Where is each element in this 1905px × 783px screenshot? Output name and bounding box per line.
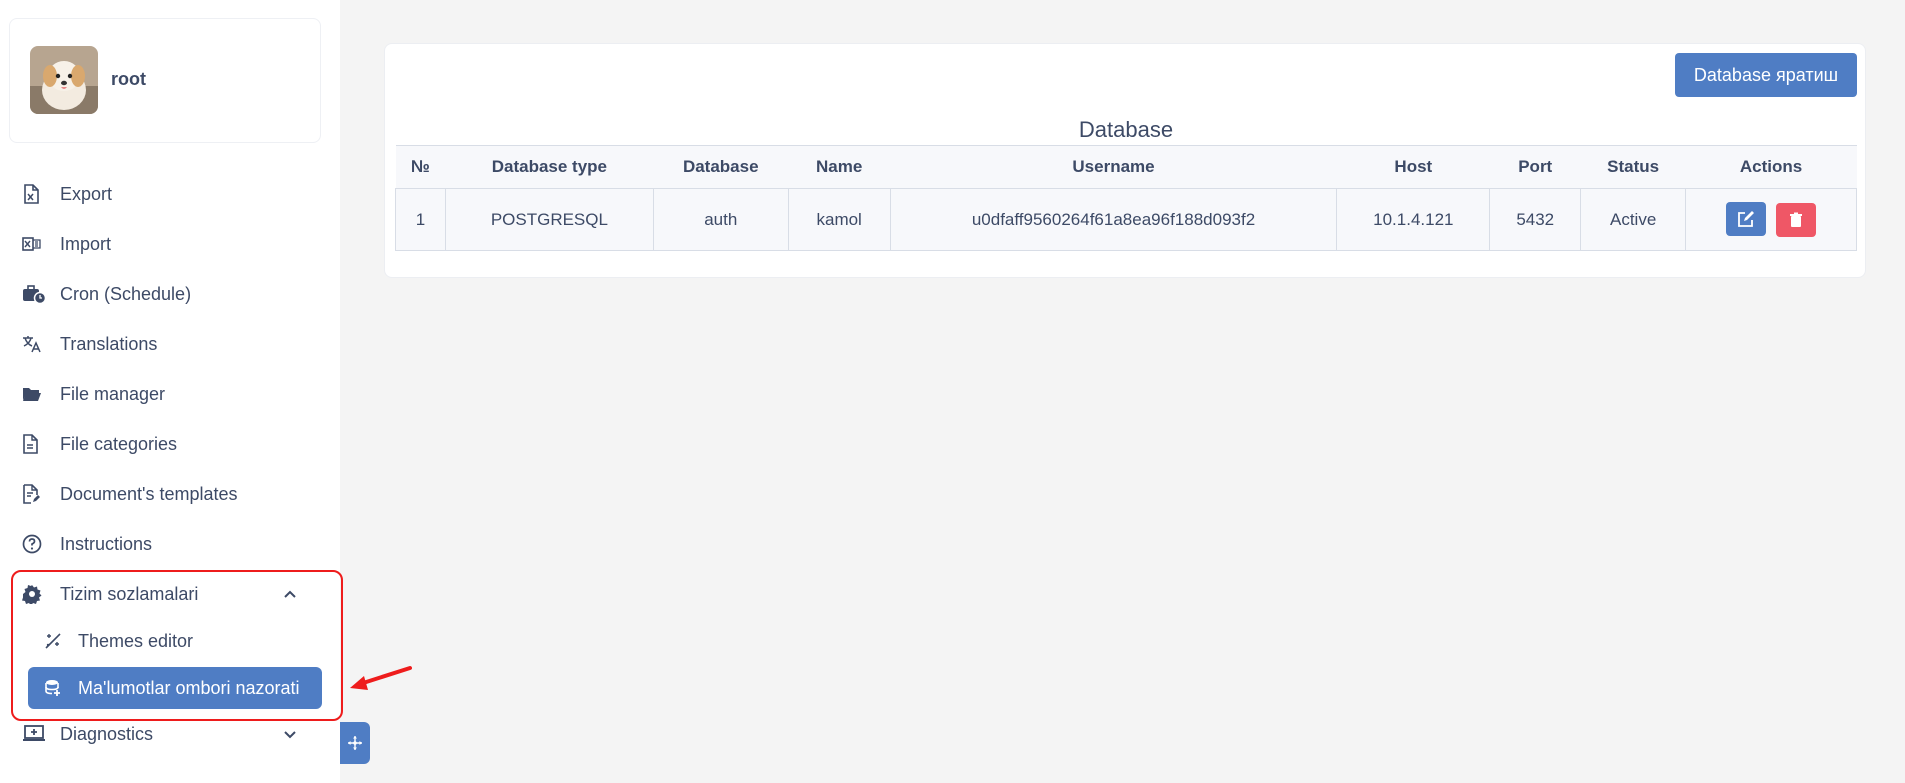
sidebar-item-file-manager[interactable]: File manager xyxy=(22,376,322,412)
sidebar-item-label: File categories xyxy=(60,433,178,454)
question-circle-icon xyxy=(22,533,48,555)
cell-database-type: POSTGRESQL xyxy=(444,188,654,251)
sidebar-item-file-categories[interactable]: File categories xyxy=(22,426,322,462)
sidebar-item-label: Instructions xyxy=(60,533,153,554)
column-header: Database xyxy=(653,145,789,189)
table-row: 1 POSTGRESQL auth kamol u0dfaff9560264f6… xyxy=(395,188,1857,251)
edit-icon xyxy=(1737,211,1754,227)
sidebar-item-label: File manager xyxy=(60,383,166,404)
sidebar-item-instructions[interactable]: Instructions xyxy=(22,526,322,562)
briefcase-clock-icon xyxy=(22,283,48,305)
sidebar-item-label: Cron (Schedule) xyxy=(60,283,192,304)
laptop-plus-icon xyxy=(22,723,48,745)
cell-actions xyxy=(1685,188,1857,251)
edit-button[interactable] xyxy=(1725,202,1766,236)
cell-port: 5432 xyxy=(1489,188,1582,251)
annotation-arrow-icon xyxy=(350,666,412,690)
table-header-row: № Database type Database Name Username H… xyxy=(395,145,1857,189)
database-card: Database яратиш Database № Database type… xyxy=(384,43,1866,278)
excel-export-icon xyxy=(22,183,48,205)
excel-import-icon xyxy=(22,233,48,255)
column-header: Username xyxy=(890,145,1337,189)
column-header: Database type xyxy=(445,145,654,189)
cell-username: u0dfaff9560264f61a8ea96f188d093f2 xyxy=(889,188,1338,251)
cell-host: 10.1.4.121 xyxy=(1336,188,1491,251)
sidebar-item-export[interactable]: Export xyxy=(22,176,322,212)
sidebar-item-cron[interactable]: Cron (Schedule) xyxy=(22,276,322,312)
chevron-down-icon xyxy=(280,724,300,744)
sidebar-item-label: Translations xyxy=(60,333,158,354)
avatar xyxy=(30,46,98,114)
move-icon xyxy=(348,736,362,750)
sidebar-item-translations[interactable]: Translations xyxy=(22,326,322,362)
column-header: Name xyxy=(788,145,891,189)
create-database-button[interactable]: Database яратиш xyxy=(1675,53,1857,97)
database-table: № Database type Database Name Username H… xyxy=(395,145,1857,251)
translate-icon xyxy=(22,333,48,355)
cell-index: 1 xyxy=(395,188,446,251)
sidebar-item-diagnostics[interactable]: Diagnostics xyxy=(22,716,322,752)
file-icon xyxy=(22,433,48,455)
cell-status: Active xyxy=(1580,188,1687,251)
column-header: Port xyxy=(1489,145,1581,189)
cell-database: auth xyxy=(652,188,789,251)
sidebar-drag-handle[interactable] xyxy=(340,722,370,764)
annotation-highlight-box xyxy=(11,570,343,721)
sidebar-item-label: Import xyxy=(60,233,112,254)
cell-name: kamol xyxy=(787,188,891,251)
sidebar-item-import[interactable]: Import xyxy=(22,226,322,262)
folder-open-icon xyxy=(22,383,48,405)
sidebar-item-label: Document's templates xyxy=(60,483,238,504)
sidebar-item-label: Diagnostics xyxy=(60,723,154,744)
trash-icon xyxy=(1790,212,1803,227)
column-header: Host xyxy=(1336,145,1490,189)
column-header: № xyxy=(395,145,446,189)
delete-button[interactable] xyxy=(1776,203,1817,237)
profile-card[interactable]: root xyxy=(9,18,321,143)
profile-name: root xyxy=(111,69,146,89)
column-header: Actions xyxy=(1685,145,1857,189)
column-header: Status xyxy=(1580,145,1686,189)
file-edit-icon xyxy=(22,483,48,505)
sidebar-item-document-templates[interactable]: Document's templates xyxy=(22,476,322,512)
table-title: Database xyxy=(1078,117,1174,142)
sidebar-item-label: Export xyxy=(60,183,113,204)
